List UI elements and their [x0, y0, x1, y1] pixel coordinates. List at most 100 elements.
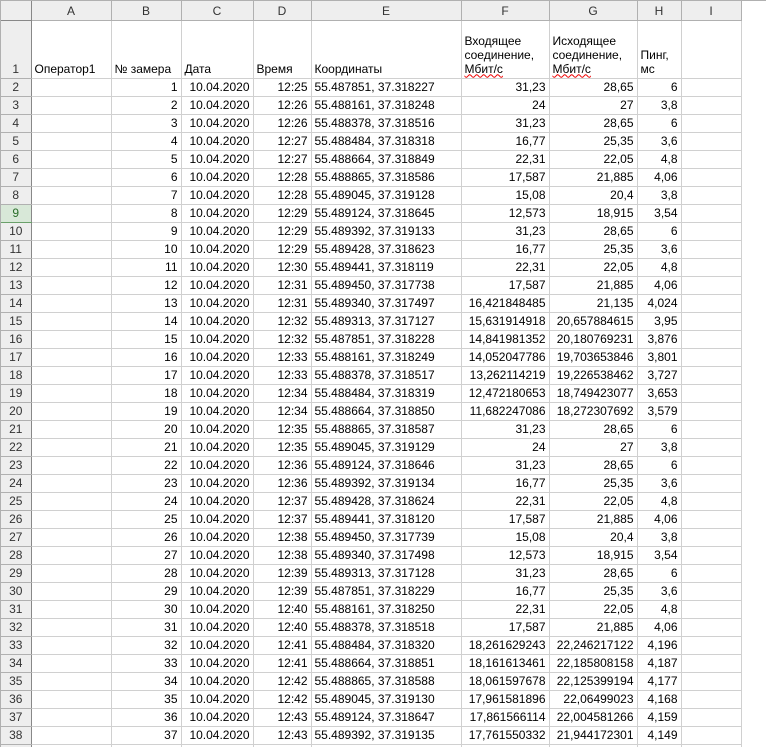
cell-H15[interactable]: 3,95 — [637, 312, 681, 330]
cell-D36[interactable]: 12:42 — [253, 690, 311, 708]
cell-E1[interactable]: Координаты — [311, 20, 461, 78]
cell-I13[interactable] — [681, 276, 741, 294]
cell-A33[interactable] — [31, 636, 111, 654]
cell-D38[interactable]: 12:43 — [253, 726, 311, 744]
cell-B3[interactable]: 2 — [111, 96, 181, 114]
col-header-F[interactable]: F — [461, 1, 549, 20]
cell-C36[interactable]: 10.04.2020 — [181, 690, 253, 708]
cell-F19[interactable]: 12,472180653 — [461, 384, 549, 402]
cell-F15[interactable]: 15,631914918 — [461, 312, 549, 330]
cell-I21[interactable] — [681, 420, 741, 438]
cell-F29[interactable]: 31,23 — [461, 564, 549, 582]
cell-I8[interactable] — [681, 186, 741, 204]
cell-F16[interactable]: 14,841981352 — [461, 330, 549, 348]
cell-G19[interactable]: 18,749423077 — [549, 384, 637, 402]
cell-F2[interactable]: 31,23 — [461, 78, 549, 96]
cell-H24[interactable]: 3,6 — [637, 474, 681, 492]
cell-I5[interactable] — [681, 132, 741, 150]
cell-B11[interactable]: 10 — [111, 240, 181, 258]
cell-I29[interactable] — [681, 564, 741, 582]
cell-F9[interactable]: 12,573 — [461, 204, 549, 222]
cell-G29[interactable]: 28,65 — [549, 564, 637, 582]
row-header-20[interactable]: 20 — [1, 402, 31, 420]
cell-E8[interactable]: 55.489045, 37.319128 — [311, 186, 461, 204]
cell-H8[interactable]: 3,8 — [637, 186, 681, 204]
cell-D24[interactable]: 12:36 — [253, 474, 311, 492]
cell-B15[interactable]: 14 — [111, 312, 181, 330]
cell-H10[interactable]: 6 — [637, 222, 681, 240]
cell-G3[interactable]: 27 — [549, 96, 637, 114]
cell-C2[interactable]: 10.04.2020 — [181, 78, 253, 96]
cell-D8[interactable]: 12:28 — [253, 186, 311, 204]
cell-B33[interactable]: 32 — [111, 636, 181, 654]
cell-G30[interactable]: 25,35 — [549, 582, 637, 600]
cell-C6[interactable]: 10.04.2020 — [181, 150, 253, 168]
cell-C29[interactable]: 10.04.2020 — [181, 564, 253, 582]
cell-E38[interactable]: 55.489392, 37.319135 — [311, 726, 461, 744]
cell-A4[interactable] — [31, 114, 111, 132]
cell-H12[interactable]: 4,8 — [637, 258, 681, 276]
cell-C26[interactable]: 10.04.2020 — [181, 510, 253, 528]
cell-E12[interactable]: 55.489441, 37.318119 — [311, 258, 461, 276]
cell-G2[interactable]: 28,65 — [549, 78, 637, 96]
col-header-H[interactable]: H — [637, 1, 681, 20]
cell-E24[interactable]: 55.489392, 37.319134 — [311, 474, 461, 492]
cell-B27[interactable]: 26 — [111, 528, 181, 546]
cell-H16[interactable]: 3,876 — [637, 330, 681, 348]
cell-H31[interactable]: 4,8 — [637, 600, 681, 618]
cell-D16[interactable]: 12:32 — [253, 330, 311, 348]
cell-A26[interactable] — [31, 510, 111, 528]
row-header-23[interactable]: 23 — [1, 456, 31, 474]
cell-G16[interactable]: 20,180769231 — [549, 330, 637, 348]
col-header-G[interactable]: G — [549, 1, 637, 20]
cell-A32[interactable] — [31, 618, 111, 636]
row-header-15[interactable]: 15 — [1, 312, 31, 330]
cell-H14[interactable]: 4,024 — [637, 294, 681, 312]
cell-I37[interactable] — [681, 708, 741, 726]
cell-G15[interactable]: 20,657884615 — [549, 312, 637, 330]
row-header-33[interactable]: 33 — [1, 636, 31, 654]
cell-D30[interactable]: 12:39 — [253, 582, 311, 600]
cell-C13[interactable]: 10.04.2020 — [181, 276, 253, 294]
cell-A23[interactable] — [31, 456, 111, 474]
cell-E15[interactable]: 55.489313, 37.317127 — [311, 312, 461, 330]
cell-C21[interactable]: 10.04.2020 — [181, 420, 253, 438]
row-header-7[interactable]: 7 — [1, 168, 31, 186]
cell-B16[interactable]: 15 — [111, 330, 181, 348]
cell-D21[interactable]: 12:35 — [253, 420, 311, 438]
row-header-36[interactable]: 36 — [1, 690, 31, 708]
cell-D12[interactable]: 12:30 — [253, 258, 311, 276]
cell-I31[interactable] — [681, 600, 741, 618]
cell-I11[interactable] — [681, 240, 741, 258]
cell-B4[interactable]: 3 — [111, 114, 181, 132]
cell-D18[interactable]: 12:33 — [253, 366, 311, 384]
row-header-21[interactable]: 21 — [1, 420, 31, 438]
cell-A20[interactable] — [31, 402, 111, 420]
cell-C22[interactable]: 10.04.2020 — [181, 438, 253, 456]
cell-F26[interactable]: 17,587 — [461, 510, 549, 528]
row-header-32[interactable]: 32 — [1, 618, 31, 636]
cell-A22[interactable] — [31, 438, 111, 456]
cell-D5[interactable]: 12:27 — [253, 132, 311, 150]
cell-B14[interactable]: 13 — [111, 294, 181, 312]
col-header-D[interactable]: D — [253, 1, 311, 20]
cell-C14[interactable]: 10.04.2020 — [181, 294, 253, 312]
cell-A35[interactable] — [31, 672, 111, 690]
cell-D33[interactable]: 12:41 — [253, 636, 311, 654]
cell-A3[interactable] — [31, 96, 111, 114]
cell-F21[interactable]: 31,23 — [461, 420, 549, 438]
cell-A11[interactable] — [31, 240, 111, 258]
cell-H29[interactable]: 6 — [637, 564, 681, 582]
cell-E34[interactable]: 55.488664, 37.318851 — [311, 654, 461, 672]
cell-E7[interactable]: 55.488865, 37.318586 — [311, 168, 461, 186]
cell-C5[interactable]: 10.04.2020 — [181, 132, 253, 150]
cell-C34[interactable]: 10.04.2020 — [181, 654, 253, 672]
cell-I36[interactable] — [681, 690, 741, 708]
cell-D9[interactable]: 12:29 — [253, 204, 311, 222]
cell-F33[interactable]: 18,261629243 — [461, 636, 549, 654]
cell-F1[interactable]: Входящее соединение, Мбит/с — [461, 20, 549, 78]
cell-C10[interactable]: 10.04.2020 — [181, 222, 253, 240]
cell-G31[interactable]: 22,05 — [549, 600, 637, 618]
cell-F36[interactable]: 17,961581896 — [461, 690, 549, 708]
cell-A18[interactable] — [31, 366, 111, 384]
